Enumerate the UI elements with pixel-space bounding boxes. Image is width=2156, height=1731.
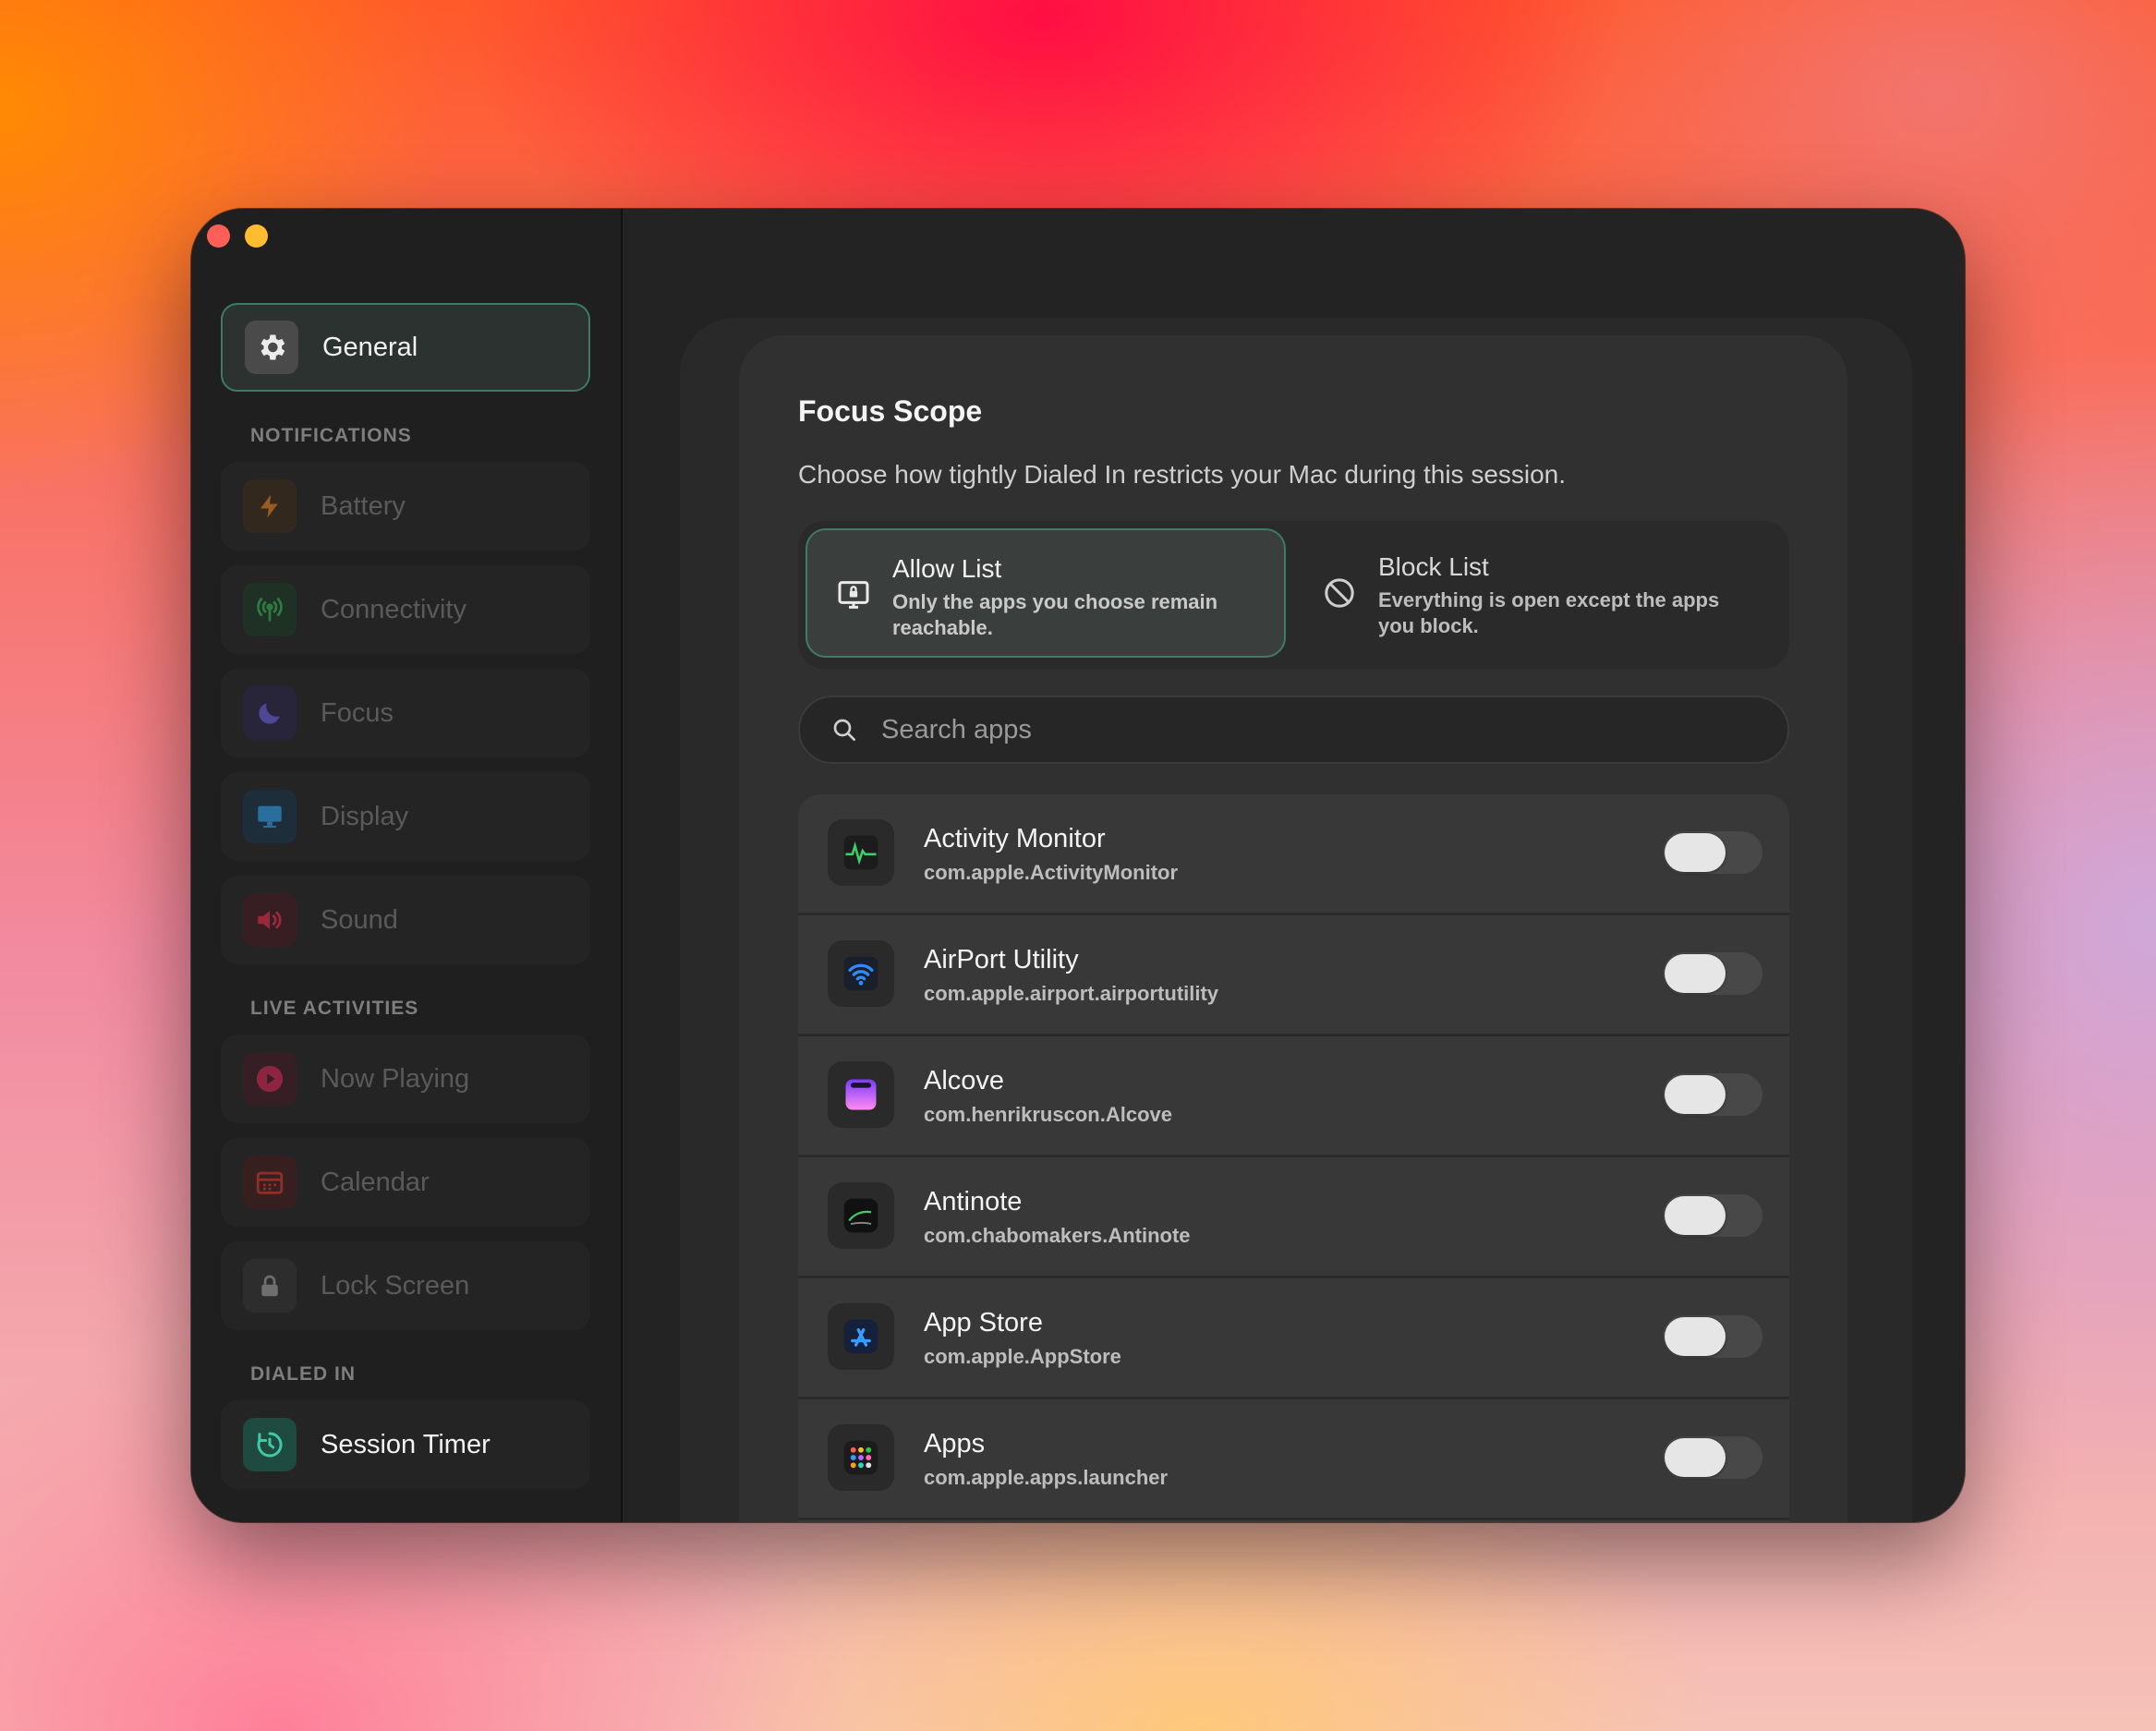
sidebar-item-label: Display: [321, 801, 409, 831]
app-bundle-id: com.apple.apps.launcher: [924, 1466, 1169, 1489]
app-toggle[interactable]: [1663, 1436, 1762, 1479]
app-toggle[interactable]: [1663, 1073, 1762, 1116]
timer-icon: [243, 1418, 297, 1471]
sidebar-item-label: General: [322, 332, 418, 362]
search-icon: [830, 715, 859, 744]
app-row-app-store: App Store com.apple.AppStore: [798, 1278, 1789, 1399]
toggle-knob: [1665, 833, 1726, 872]
app-bundle-id: com.apple.ActivityMonitor: [924, 861, 1179, 884]
app-store-icon: [828, 1303, 894, 1370]
toggle-knob: [1665, 954, 1726, 993]
sidebar-item-label: Lock Screen: [321, 1270, 470, 1301]
sidebar-item-lock-screen[interactable]: Lock Screen: [221, 1241, 590, 1330]
scope-segmented-control: Allow List Only the apps you choose rema…: [798, 521, 1789, 669]
minimize-window-button[interactable]: [245, 224, 268, 248]
sidebar-item-display[interactable]: Display: [221, 772, 590, 861]
app-row-apps: Apps com.apple.apps.launcher: [798, 1399, 1789, 1520]
sidebar-item-connectivity[interactable]: Connectivity: [221, 565, 590, 654]
sidebar-item-label: Calendar: [321, 1167, 430, 1197]
sidebar-item-label: Now Playing: [321, 1063, 470, 1094]
settings-window: General NOTIFICATIONS Battery Connectivi…: [191, 209, 1965, 1522]
app-toggle[interactable]: [1663, 1194, 1762, 1237]
app-name: Activity Monitor: [924, 824, 1106, 853]
close-window-button[interactable]: [207, 224, 230, 248]
app-name: AirPort Utility: [924, 945, 1079, 974]
search-bar: [798, 696, 1789, 764]
play-icon: [243, 1052, 297, 1106]
app-name: Antinote: [924, 1187, 1023, 1217]
section-title-dialed-in: DIALED IN: [250, 1363, 356, 1385]
app-row-antinote: Antinote com.chabomakers.Antinote: [798, 1157, 1789, 1278]
toggle-knob: [1665, 1075, 1726, 1114]
sidebar-item-session-timer[interactable]: Session Timer: [221, 1400, 590, 1489]
sidebar-item-label: Focus: [321, 697, 394, 728]
monitor-lock-icon: [835, 576, 872, 613]
sidebar-item-label: Sound: [321, 904, 398, 935]
toggle-knob: [1665, 1317, 1726, 1356]
lock-icon: [243, 1259, 297, 1313]
card-subtitle: Choose how tightly Dialed In restricts y…: [798, 460, 1567, 489]
search-input[interactable]: [879, 713, 1787, 746]
app-toggle[interactable]: [1663, 1315, 1762, 1358]
app-name: Apps: [924, 1429, 986, 1459]
antenna-icon: [243, 583, 297, 636]
sidebar-item-sound[interactable]: Sound: [221, 876, 590, 964]
section-title-live-activities: LIVE ACTIVITIES: [250, 998, 419, 1019]
antinote-icon: [828, 1182, 894, 1249]
allow-list-option[interactable]: Allow List Only the apps you choose rema…: [805, 528, 1286, 658]
app-toggle[interactable]: [1663, 831, 1762, 874]
sidebar-item-calendar[interactable]: Calendar: [221, 1138, 590, 1227]
sidebar-item-label: Session Timer: [321, 1429, 491, 1459]
app-name: App Store: [924, 1308, 1043, 1338]
block-list-option[interactable]: Block List Everything is open except the…: [1293, 528, 1782, 658]
sidebar-item-general[interactable]: General: [221, 303, 590, 392]
app-bundle-id: com.henrikruscon.Alcove: [924, 1103, 1172, 1126]
moon-icon: [243, 686, 297, 740]
sidebar-item-label: Battery: [321, 490, 406, 521]
sidebar: General NOTIFICATIONS Battery Connectivi…: [191, 209, 623, 1522]
toggle-knob: [1665, 1438, 1726, 1477]
toggle-knob: [1665, 1196, 1726, 1235]
option-description: Everything is open except the apps you b…: [1378, 588, 1720, 637]
app-row-activity-monitor: Activity Monitor com.apple.ActivityMonit…: [798, 794, 1789, 915]
app-bundle-id: com.chabomakers.Antinote: [924, 1224, 1191, 1247]
sidebar-item-now-playing[interactable]: Now Playing: [221, 1035, 590, 1123]
option-title: Allow List: [892, 554, 1002, 583]
alcove-icon: [828, 1061, 894, 1128]
app-toggle[interactable]: [1663, 952, 1762, 995]
sidebar-item-focus[interactable]: Focus: [221, 669, 590, 757]
option-description: Only the apps you choose remain reachabl…: [892, 590, 1218, 639]
option-title: Block List: [1378, 552, 1489, 581]
speaker-icon: [243, 893, 297, 947]
activity-monitor-icon: [828, 819, 894, 886]
apps-grid-icon: [828, 1424, 894, 1491]
app-row-airport-utility: AirPort Utility com.apple.airport.airpor…: [798, 915, 1789, 1036]
calendar-icon: [243, 1156, 297, 1209]
section-title-notifications: NOTIFICATIONS: [250, 425, 412, 446]
sidebar-item-battery[interactable]: Battery: [221, 462, 590, 551]
monitor-icon: [243, 790, 297, 843]
app-list: Activity Monitor com.apple.ActivityMonit…: [798, 794, 1789, 1522]
card-title: Focus Scope: [798, 394, 983, 428]
sidebar-item-label: Connectivity: [321, 594, 466, 624]
wifi-icon: [828, 940, 894, 1007]
traffic-lights: [207, 224, 268, 248]
app-row-alcove: Alcove com.henrikruscon.Alcove: [798, 1036, 1789, 1157]
app-bundle-id: com.apple.AppStore: [924, 1345, 1121, 1368]
gear-icon: [245, 321, 298, 374]
app-bundle-id: com.apple.airport.airportutility: [924, 982, 1219, 1005]
bolt-icon: [243, 479, 297, 533]
prohibited-icon: [1321, 575, 1358, 611]
app-name: Alcove: [924, 1066, 1005, 1095]
